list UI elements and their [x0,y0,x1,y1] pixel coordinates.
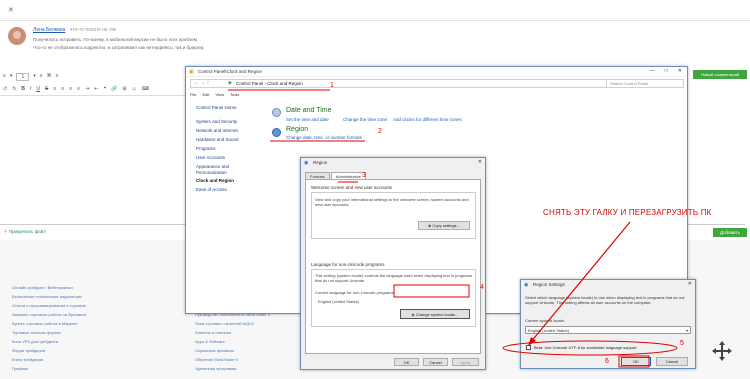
step-number: 4 [480,284,484,291]
step-number: 2 [378,128,382,135]
instruction-text: СНЯТЬ ЭТУ ГАЛКУ И ПЕРЕЗАГРУЗИТЬ ПК [543,208,712,217]
step-number: 6 [605,358,609,365]
annotation-overlay [228,89,678,368]
highlight-box [393,284,470,298]
step-number: 1 [330,82,334,89]
arrow-line [529,221,631,344]
zoom-icon[interactable] [711,340,733,362]
highlight-box [618,355,650,368]
step-number: 5 [680,340,684,347]
step-number: 3 [362,172,366,179]
arrow-head [528,337,536,346]
